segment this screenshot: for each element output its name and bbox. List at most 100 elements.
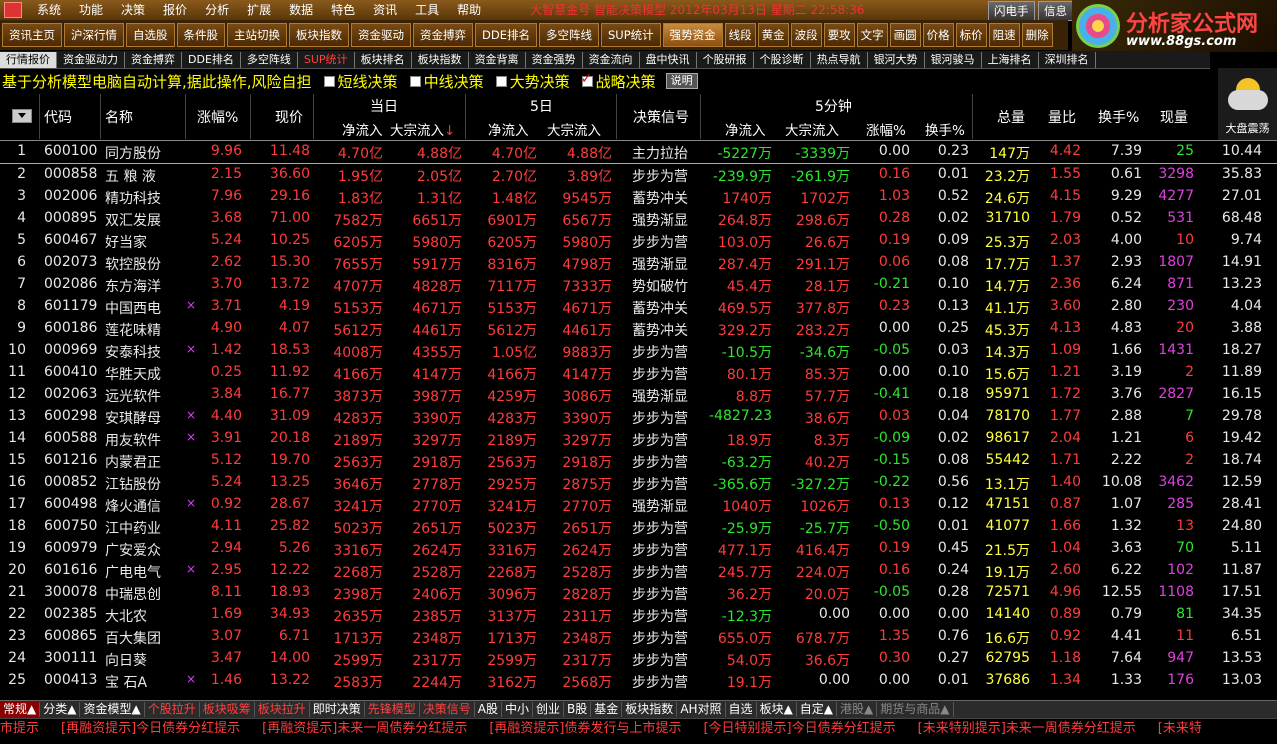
table-row[interactable]: 5 600467 好当家 5.24 10.25 6205万 5980万 6205万 5980万 步… bbox=[0, 230, 1277, 252]
ticker-item[interactable]: [再融资提示]债券发行与上市提示 bbox=[489, 721, 681, 736]
toolbar-button[interactable]: 标价 bbox=[955, 23, 987, 47]
tab[interactable]: 深圳排名 bbox=[1039, 51, 1096, 68]
toolbar-button[interactable]: 沪深行情 bbox=[64, 23, 124, 47]
toolbar-button[interactable]: 资金驱动 bbox=[351, 23, 411, 47]
bottom-tab[interactable]: 即时决策 bbox=[310, 702, 365, 717]
menu-extend[interactable]: 扩展 bbox=[238, 0, 280, 20]
tab[interactable]: 资金背离 bbox=[469, 51, 526, 68]
col-current-vol[interactable]: 现量 bbox=[1160, 107, 1188, 127]
bottom-tab[interactable]: 先锋模型 bbox=[365, 702, 420, 717]
toolbar-button[interactable]: 删除 bbox=[1021, 23, 1053, 47]
tab[interactable]: SUP统计 bbox=[298, 51, 355, 68]
table-row[interactable]: 4 000895 双汇发展 3.68 71.00 7582万 6651万 6901万 6567万… bbox=[0, 208, 1277, 230]
toolbar-button[interactable]: 资讯主页 bbox=[2, 23, 62, 47]
tab[interactable]: DDE排名 bbox=[182, 51, 241, 68]
bottom-tab[interactable]: 中小 bbox=[502, 702, 534, 717]
col-price[interactable]: 现价 bbox=[275, 107, 303, 127]
table-row[interactable]: 18 600750 江中药业 4.11 25.82 5023万 2651万 5023万 2651… bbox=[0, 516, 1277, 538]
tab[interactable]: 银河大势 bbox=[868, 51, 925, 68]
col-volume-ratio[interactable]: 量比 bbox=[1048, 107, 1076, 127]
checkbox-strategy[interactable]: 战略决策 bbox=[581, 71, 656, 92]
toolbar-button[interactable]: DDE排名 bbox=[475, 23, 537, 47]
tab[interactable]: 多空阵线 bbox=[241, 51, 298, 68]
tab-quote[interactable]: 行情报价 bbox=[0, 51, 57, 68]
table-row[interactable]: 11 600410 华胜天成 0.25 11.92 4166万 4147万 4166万 4147… bbox=[0, 362, 1277, 384]
ticker-item[interactable]: [今日特别提示]今日债券分红提示 bbox=[703, 721, 895, 736]
table-row[interactable]: 17 600498 烽火通信 × 0.92 28.67 3241万 2770万 3241万 277… bbox=[0, 494, 1277, 516]
table-row[interactable]: 7 002086 东方海洋 3.70 13.72 4707万 4828万 7117万 7333万… bbox=[0, 274, 1277, 296]
info-button[interactable]: 信息 bbox=[1038, 1, 1073, 21]
bottom-tab[interactable]: 自选 bbox=[726, 702, 757, 717]
menu-data[interactable]: 数据 bbox=[280, 0, 322, 20]
toolbar-button-active[interactable]: 强势资金 bbox=[662, 23, 723, 47]
menu-function[interactable]: 功能 bbox=[70, 0, 112, 20]
table-row[interactable]: 9 600186 莲花味精 4.90 4.07 5612万 4461万 5612万 4461万 蓄… bbox=[0, 318, 1277, 340]
col-turnover[interactable]: 换手% bbox=[1098, 107, 1139, 127]
bottom-tab[interactable]: 创业 bbox=[533, 702, 565, 717]
table-row[interactable]: 23 600865 百大集团 3.07 6.71 1713万 2348万 1713万 2348万… bbox=[0, 626, 1277, 648]
col-5min-net[interactable]: 净流入 bbox=[725, 119, 766, 139]
checkbox-market-trend[interactable]: 大势决策 bbox=[495, 71, 570, 92]
table-row[interactable]: 12 002063 远光软件 3.84 16.77 3873万 3987万 4259万 3086… bbox=[0, 384, 1277, 406]
table-row[interactable]: 19 600979 广安爱众 2.94 5.26 3316万 2624万 3316万 2624万… bbox=[0, 538, 1277, 560]
col-5min-big[interactable]: 大宗流入 bbox=[785, 119, 839, 139]
checkbox-short-term[interactable]: 短线决策 bbox=[323, 71, 398, 92]
bottom-tab[interactable]: 期货与商品▲ bbox=[877, 702, 954, 717]
bottom-tab[interactable]: 港股▲ bbox=[837, 702, 878, 717]
bottom-tab[interactable]: 板块指数 bbox=[622, 702, 678, 717]
toolbar-button[interactable]: 价格 bbox=[922, 23, 954, 47]
menu-analysis[interactable]: 分析 bbox=[196, 0, 238, 20]
toolbar-button[interactable]: 资金搏弈 bbox=[413, 23, 473, 47]
tab[interactable]: 板块指数 bbox=[412, 51, 469, 68]
ticker-item[interactable]: 市提示 bbox=[0, 721, 39, 736]
toolbar-button[interactable]: SUP统计 bbox=[600, 23, 661, 47]
toolbar-button[interactable]: 黄金 bbox=[757, 23, 789, 47]
bottom-tab[interactable]: A股 bbox=[475, 702, 503, 717]
tab[interactable]: 个股研报 bbox=[697, 51, 754, 68]
explain-button[interactable]: 说明 bbox=[665, 73, 698, 89]
toolbar-button[interactable]: 画圆 bbox=[889, 23, 921, 47]
bottom-tab[interactable]: 资金模型▲ bbox=[80, 702, 145, 717]
menu-decision[interactable]: 决策 bbox=[112, 0, 154, 20]
table-row[interactable]: 22 002385 大北农 1.69 34.93 2635万 2385万 3137万 2311万… bbox=[0, 604, 1277, 626]
col-5min-pct[interactable]: 涨幅% bbox=[866, 119, 906, 139]
tab[interactable]: 资金搏弈 bbox=[125, 51, 182, 68]
table-row[interactable]: 2 000858 五 粮 液 2.15 36.60 1.95亿 2.05亿 2.70亿 3.89… bbox=[0, 164, 1277, 186]
bottom-tab[interactable]: 常规▲ bbox=[0, 702, 41, 717]
tab[interactable]: 板块排名 bbox=[355, 51, 412, 68]
sort-dropdown-icon[interactable] bbox=[12, 109, 32, 123]
menu-help[interactable]: 帮助 bbox=[448, 0, 490, 20]
toolbar-button[interactable]: 自选股 bbox=[126, 23, 175, 47]
menu-quote[interactable]: 报价 bbox=[154, 0, 196, 20]
tab[interactable]: 资金流向 bbox=[583, 51, 640, 68]
col-signal[interactable]: 决策信号 bbox=[633, 107, 689, 127]
table-row[interactable]: 21 300078 中瑞思创 8.11 18.93 2398万 2406万 3096万 2828… bbox=[0, 582, 1277, 604]
bottom-tab[interactable]: 自定▲ bbox=[797, 702, 838, 717]
col-code[interactable]: 代码 bbox=[44, 107, 72, 127]
tab[interactable]: 银河骏马 bbox=[925, 51, 982, 68]
ticker-item[interactable]: [未来特别提示]未来一周债券分红提示 bbox=[918, 721, 1136, 736]
toolbar-button[interactable]: 波段 bbox=[790, 23, 822, 47]
checkbox-mid-term[interactable]: 中线决策 bbox=[409, 71, 484, 92]
table-row[interactable]: 15 601216 内蒙君正 5.12 19.70 2563万 2918万 2563万 2918… bbox=[0, 450, 1277, 472]
bottom-tab[interactable]: 个股拉升 bbox=[145, 702, 200, 717]
col-today-big[interactable]: 大宗流入↓ bbox=[390, 119, 455, 139]
tab[interactable]: 盘中快讯 bbox=[640, 51, 697, 68]
table-row[interactable]: 14 600588 用友软件 × 3.91 20.18 2189万 3297万 2189万 329… bbox=[0, 428, 1277, 450]
table-row[interactable]: 25 000413 宝 石A × 1.46 13.22 2583万 2244万 3162万 256… bbox=[0, 670, 1277, 692]
col-today-net[interactable]: 净流入 bbox=[342, 119, 383, 139]
table-row[interactable]: 13 600298 安琪酵母 × 4.40 31.09 4283万 3390万 4283万 339… bbox=[0, 406, 1277, 428]
toolbar-button[interactable]: 阻速 bbox=[988, 23, 1020, 47]
menu-system[interactable]: 系统 bbox=[28, 0, 70, 20]
flash-trade-button[interactable]: 闪电手 bbox=[988, 1, 1035, 21]
tab[interactable]: 资金强势 bbox=[526, 51, 583, 68]
toolbar-button[interactable]: 板块指数 bbox=[289, 23, 349, 47]
table-row[interactable]: 6 002073 软控股份 2.62 15.30 7655万 5917万 8316万 4798万… bbox=[0, 252, 1277, 274]
toolbar-button[interactable]: 文字 bbox=[856, 23, 888, 47]
table-row[interactable]: 16 000852 江钻股份 5.24 13.25 3646万 2778万 2925万 2875… bbox=[0, 472, 1277, 494]
toolbar-button[interactable]: 多空阵线 bbox=[538, 23, 599, 47]
toolbar-button[interactable]: 线段 bbox=[724, 23, 756, 47]
tab[interactable]: 个股诊断 bbox=[754, 51, 811, 68]
table-row[interactable]: 3 002006 精功科技 7.96 29.16 1.83亿 1.31亿 1.48亿 9545万… bbox=[0, 186, 1277, 208]
tab[interactable]: 热点导航 bbox=[811, 51, 868, 68]
